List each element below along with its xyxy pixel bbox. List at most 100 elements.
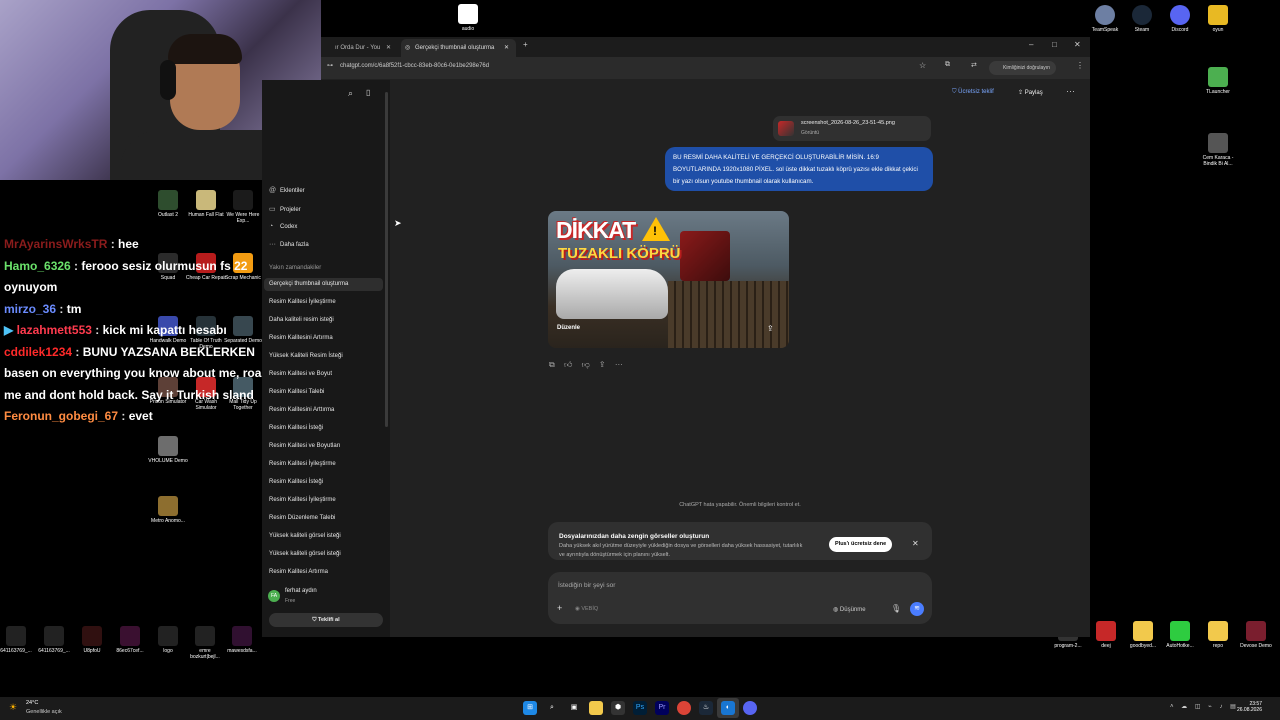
clock[interactable]: 23:57 26.08.2026 [1234, 701, 1262, 713]
desktop-icon-file-7[interactable]: mawesdsfa... [221, 626, 263, 654]
share-icon[interactable]: ⇪ [767, 324, 774, 333]
edit-image-button[interactable]: Düzenle [557, 325, 580, 331]
tab-youtube[interactable]: ır Orda Dur - You ✕ [321, 39, 401, 57]
tab-chatgpt[interactable]: ◎ Gerçekçi thumbnail oluşturma ✕ [401, 39, 516, 57]
desktop-icon-autohotkey[interactable]: AutoHotke... [1159, 621, 1201, 649]
discord-icon[interactable] [743, 701, 757, 715]
desktop-icon-teamspeak[interactable]: TeamSpeak [1084, 5, 1126, 33]
chat-history-item[interactable]: Resim Kalitesi İyileştirme [269, 461, 336, 467]
close-icon[interactable]: ✕ [912, 539, 919, 548]
new-tab-button[interactable]: + [523, 40, 528, 49]
chat-history-item[interactable]: Resim Düzenleme Talebi [269, 515, 335, 521]
chat-history-item[interactable]: Resim Kalitesini Artırma [269, 335, 333, 341]
close-icon[interactable]: ✕ [504, 39, 509, 57]
desktop-icon-file-3[interactable]: U8pfoU [71, 626, 113, 654]
desktop-icon-music[interactable]: Cem Karaca - Bindik Bi Al... [1197, 133, 1239, 167]
desktop-icon-file-4[interactable]: 86ec67cef... [109, 626, 151, 654]
site-info-icon[interactable]: ⊶ [327, 62, 333, 69]
try-plus-button[interactable]: Plus'ı ücretsiz dene [829, 537, 893, 552]
desktop-icon-oyun[interactable]: oyun [1197, 5, 1239, 33]
chat-history-item[interactable]: Resim Kalitesi Talebi [269, 389, 324, 395]
mode-chip[interactable]: ◉ VEBİQ [575, 606, 598, 612]
desktop-icon-deej[interactable]: deej [1085, 621, 1127, 649]
more-options-button[interactable]: ··· [1066, 86, 1075, 96]
voice-mode-button[interactable]: ≋ [910, 602, 924, 616]
chrome-icon[interactable] [677, 701, 691, 715]
avatar[interactable]: FA [268, 590, 280, 602]
more-icon[interactable]: ··· [615, 360, 623, 369]
desktop-icon-logo[interactable]: logo [147, 626, 189, 654]
desktop-icon-game[interactable]: Metro Anomo... [147, 496, 189, 524]
file-explorer-icon[interactable] [589, 701, 603, 715]
desktop-icon-devose[interactable]: Devose Demo [1235, 621, 1277, 649]
add-attachment-button[interactable]: + [557, 603, 562, 613]
chat-history-item[interactable]: Daha kaliteli resim isteği [269, 317, 334, 323]
bookmark-star-icon[interactable]: ☆ [919, 61, 926, 70]
chat-history-item[interactable]: Gerçekçi thumbnail oluşturma [269, 281, 348, 287]
share-button[interactable]: ⇪ Paylaş [1018, 89, 1043, 96]
sidebar-item-more[interactable]: ··· Daha fazla [269, 241, 309, 248]
copy-icon[interactable]: ⧉ [549, 360, 555, 369]
thinking-toggle[interactable]: ◍ Düşünme [833, 606, 866, 613]
desktop-icon-repo[interactable]: repo [1197, 621, 1239, 649]
address-bar[interactable]: ⊶ chatgpt.com/c/6a8f52f1-cbcc-83eb-80c6-… [321, 57, 1090, 79]
chat-history-item[interactable]: Resim Kalitesi İyileştirme [269, 497, 336, 503]
microphone-icon[interactable]: 🎙︎ [891, 604, 901, 613]
sidebar-item-plugins[interactable]: @ Eklentiler [269, 187, 305, 194]
obs-icon[interactable]: ◐ [721, 701, 735, 715]
maximize-button[interactable]: □ [1052, 40, 1057, 49]
user-name[interactable]: ferhat aydın [285, 588, 317, 594]
desktop-icon-game[interactable]: VHOLUME Demo [147, 436, 189, 464]
system-tray[interactable]: ˄ ☁ ◫ ⌁ ♪ ▤ [1170, 703, 1239, 710]
close-icon[interactable]: ✕ [386, 39, 391, 57]
chat-history-item[interactable]: Resim Kalitesi Artırma [269, 569, 328, 575]
desktop-icon-file-1[interactable]: 641163769_... [0, 626, 37, 654]
desktop-icon-file-2[interactable]: 641163769_... [33, 626, 75, 654]
sidebar-scrollbar[interactable] [385, 92, 388, 427]
task-view-icon[interactable]: ▣ [567, 701, 581, 715]
start-button-icon[interactable]: ⊞ [523, 701, 537, 715]
close-window-button[interactable]: ✕ [1074, 40, 1081, 49]
thumbs-up-icon[interactable]: 👍︎ [564, 360, 572, 369]
claim-offer-button[interactable]: ⛉ Teklifi al [269, 613, 383, 627]
steam-icon[interactable]: ♨ [699, 701, 713, 715]
share-icon[interactable]: ⇪ [599, 360, 606, 369]
desktop-icon-tlauncher[interactable]: TLauncher [1197, 67, 1239, 95]
profile-icon[interactable]: ⇄ [971, 61, 977, 69]
chat-history-item[interactable]: Resim Kalitesi ve Boyutları [269, 443, 340, 449]
sidebar-toggle-icon[interactable]: ▯ [366, 88, 370, 97]
desktop-icon-game[interactable]: Outlast 2 [147, 190, 189, 218]
photoshop-icon[interactable]: Ps [633, 701, 647, 715]
desktop-icon-file-6[interactable]: emre bozkurt|bejl... [184, 626, 226, 660]
desktop-icon-goodbye[interactable]: goodbyed... [1122, 621, 1164, 649]
weather-sun-icon[interactable]: ☀ [9, 702, 17, 713]
desktop-icon-discord[interactable]: Discord [1159, 5, 1201, 33]
app-icon[interactable]: ⬢ [611, 701, 625, 715]
chat-history-item[interactable]: Yüksek Kaliteli Resim İsteği [269, 353, 343, 359]
message-input[interactable]: İstediğin bir şeyi sor [558, 582, 615, 589]
chat-history-item[interactable]: Yüksek kaliteli görsel isteği [269, 551, 341, 557]
chat-history-item[interactable]: Resim Kalitesi İsteği [269, 479, 323, 485]
browser-menu-icon[interactable]: ⋮ [1076, 61, 1084, 70]
weather-temp[interactable]: 24°C [26, 700, 38, 706]
search-icon[interactable]: ⌕ [348, 88, 353, 99]
weather-desc[interactable]: Genellikle açık [26, 709, 62, 715]
thumbs-down-icon[interactable]: 👎︎ [582, 360, 590, 369]
extensions-icon[interactable]: ⧉ [945, 61, 950, 69]
desktop-icon-game[interactable]: We Were Here Exp... [222, 190, 264, 224]
chat-history-item[interactable]: Resim Kalitesi İyileştirme [269, 299, 336, 305]
sidebar-item-projects[interactable]: ▭ Projeler [269, 205, 301, 213]
chat-history-item[interactable]: Resim Kalitesini Arttırma [269, 407, 334, 413]
chat-history-item[interactable]: Resim Kalitesi İsteği [269, 425, 323, 431]
free-offer-link[interactable]: ⛉ Ücretsiz teklif [952, 89, 994, 96]
sidebar-item-codex[interactable]: ◔ Codex [269, 223, 297, 230]
generated-image[interactable]: DİKKAT ! TUZAKLI KÖPRÜ Düzenle ⇪ [548, 211, 789, 348]
minimize-button[interactable]: – [1029, 40, 1033, 49]
desktop-icon-game[interactable]: Human Fall Flat [185, 190, 227, 218]
search-icon[interactable]: ⌕ [545, 701, 559, 715]
chat-history-item[interactable]: Resim Kalitesi ve Boyut [269, 371, 332, 377]
chat-history-item[interactable]: Yüksek kaliteli görsel isteği [269, 533, 341, 539]
verify-identity-button[interactable]: Kimliğinizi doğrulayın [989, 61, 1056, 75]
desktop-icon-audio[interactable]: audio [447, 4, 489, 32]
attached-file[interactable]: screenshot_2026-08-26_23-51-45.png Görün… [773, 116, 931, 141]
